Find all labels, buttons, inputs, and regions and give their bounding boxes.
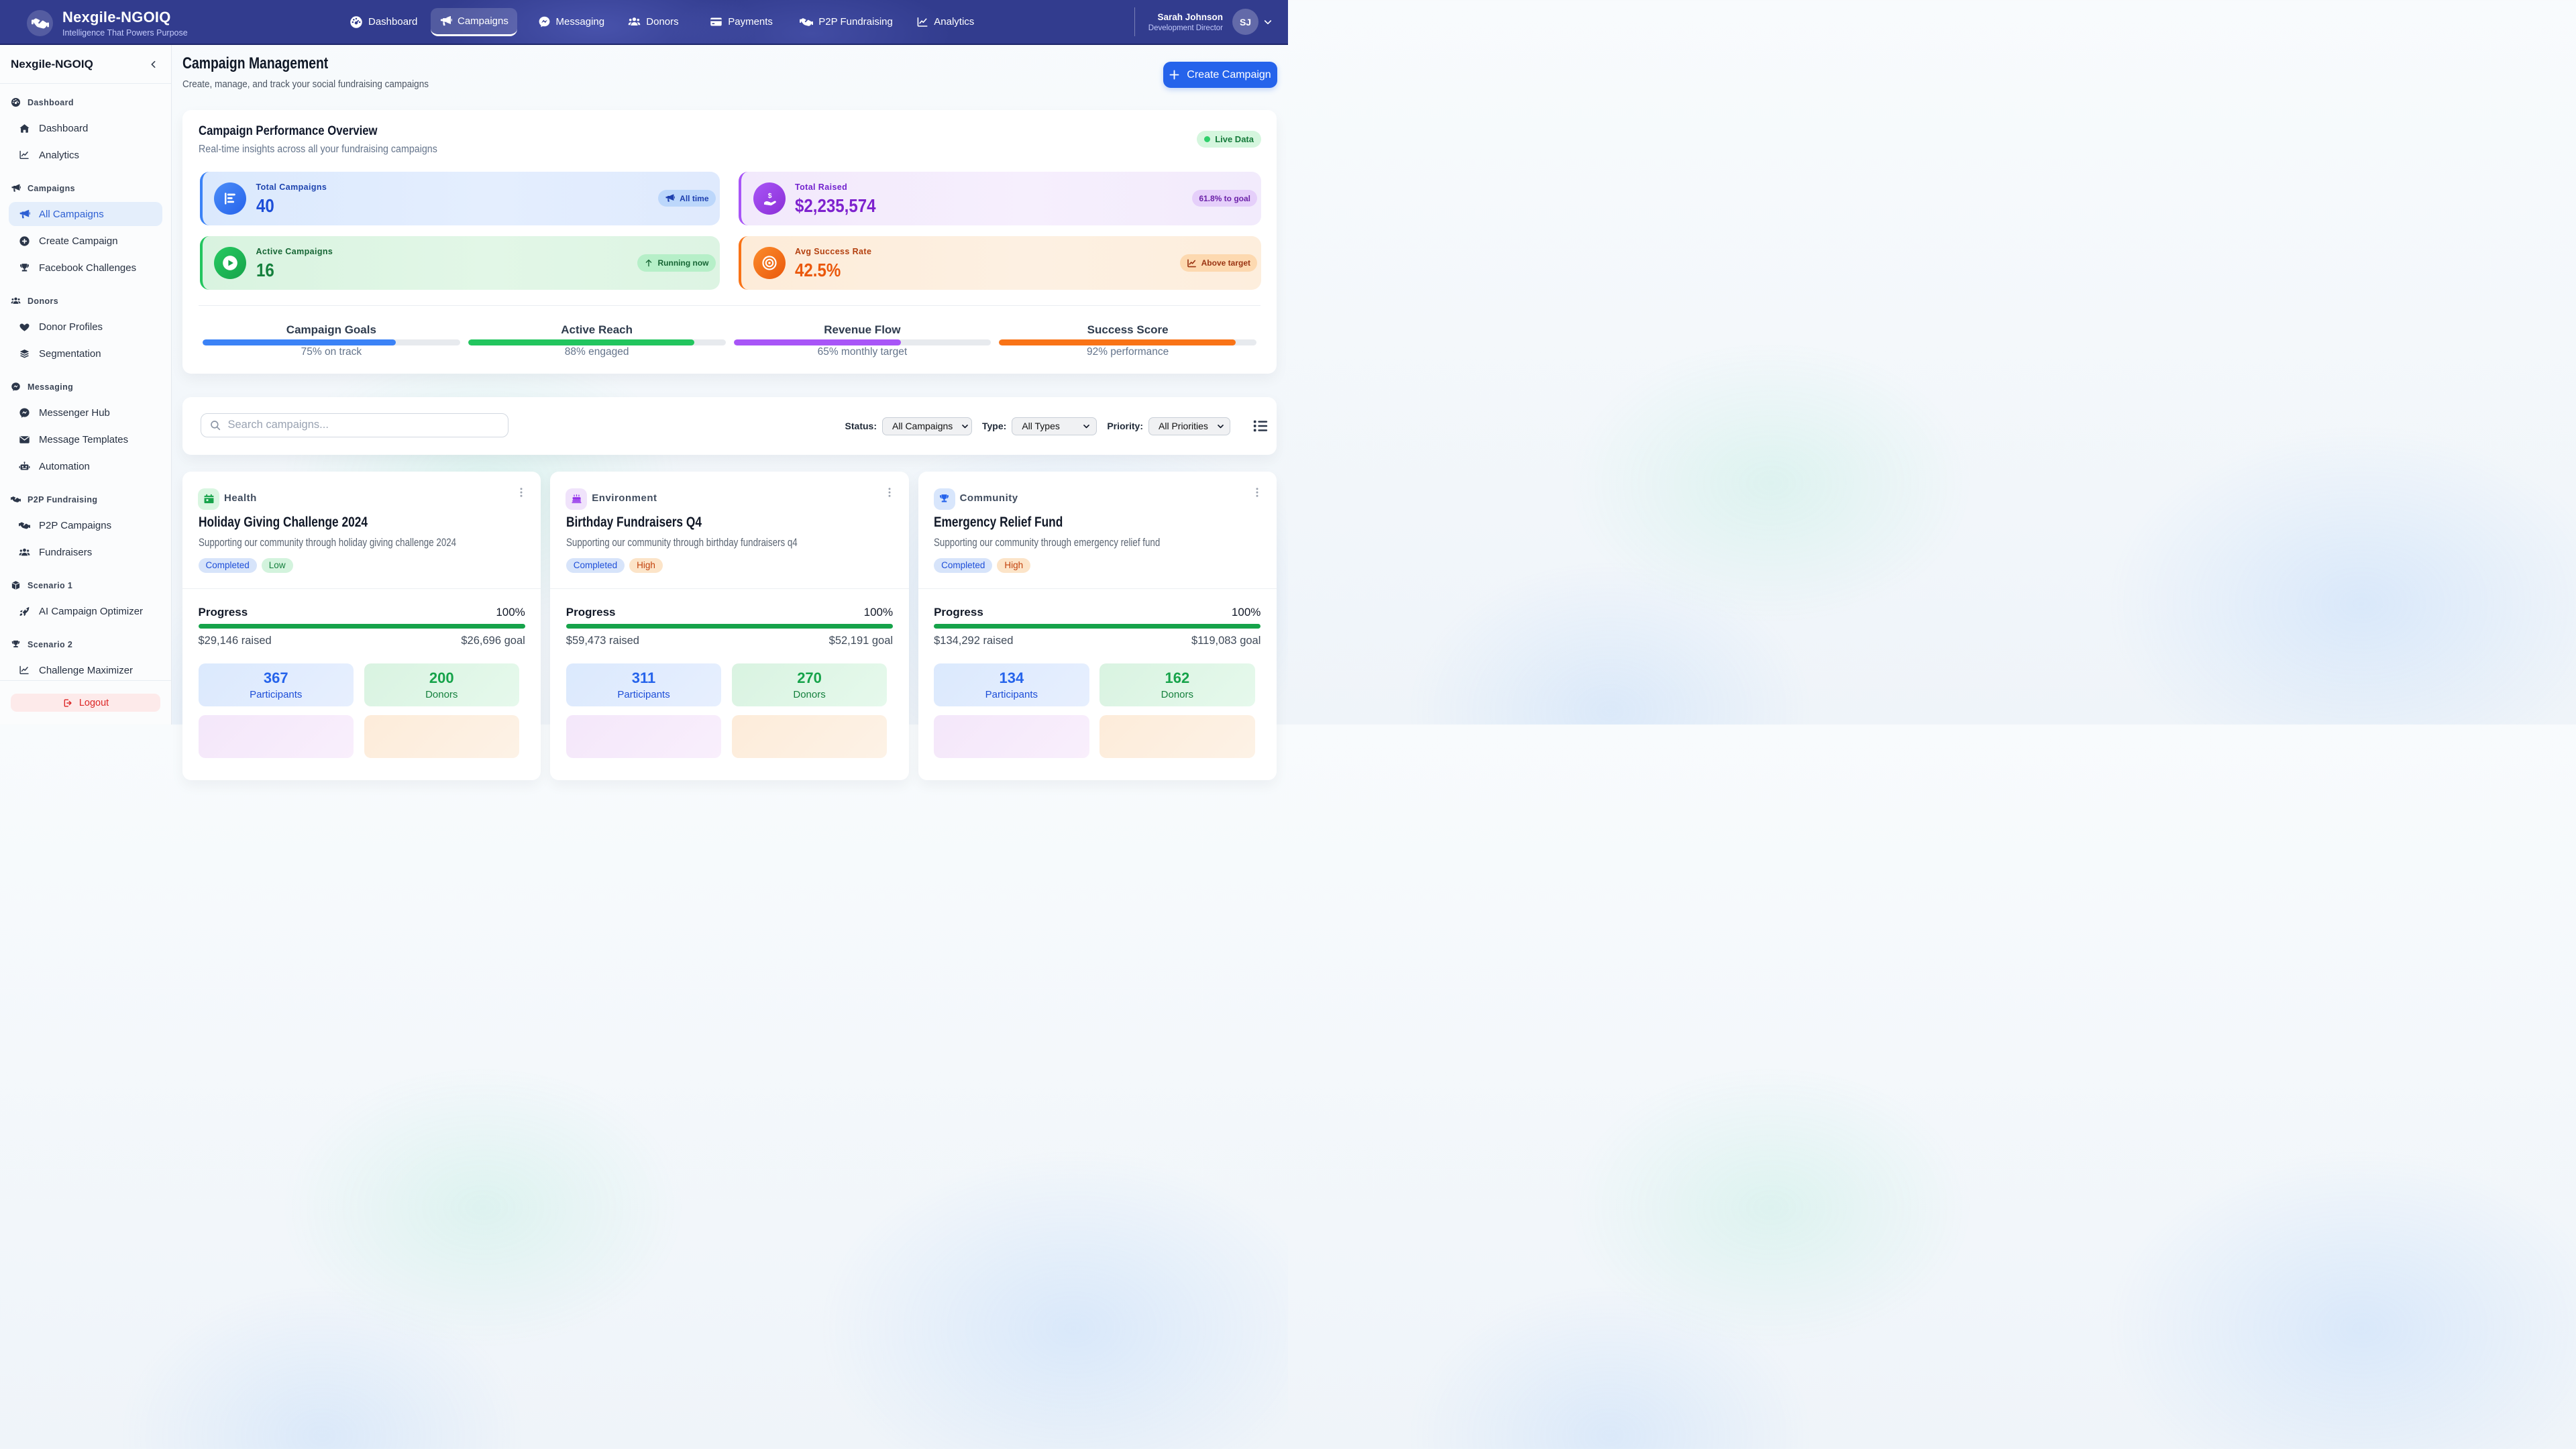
svg-text:$: $ — [767, 193, 771, 200]
